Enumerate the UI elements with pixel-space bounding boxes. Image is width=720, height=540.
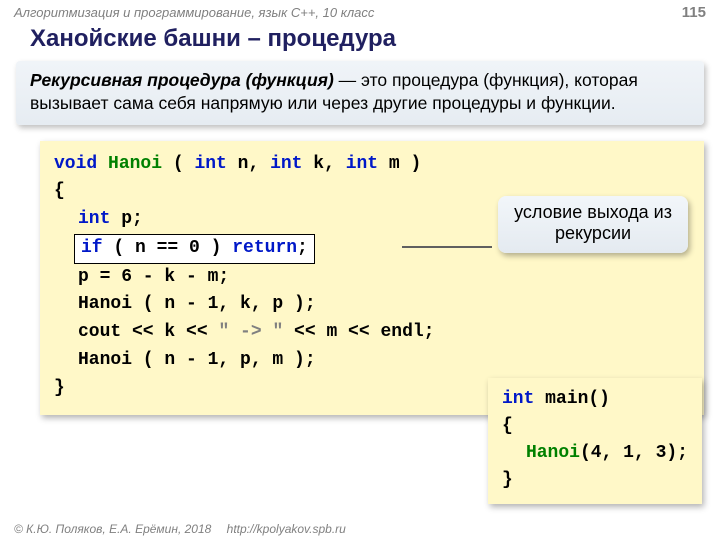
copyright: © К.Ю. Поляков, Е.А. Ерёмин, 2018 <box>14 522 211 536</box>
footer: © К.Ю. Поляков, Е.А. Ерёмин, 2018 http:/… <box>14 522 346 536</box>
code-line: int main() <box>502 386 688 413</box>
page-title: Ханойские башни – процедура <box>0 23 720 61</box>
code-line: Hanoi(4, 1, 3); <box>502 440 688 467</box>
callout-line1: условие выхода из <box>514 202 672 224</box>
callout-connector <box>402 246 492 248</box>
callout-line2: рекурсии <box>514 223 672 245</box>
code-line: p = 6 - k - m; <box>54 264 690 292</box>
code-line: cout << k << " -> " << m << endl; <box>54 319 690 347</box>
code-line: { <box>502 413 688 440</box>
definition-box: Рекурсивная процедура (функция) — это пр… <box>16 61 704 125</box>
code-line: Hanoi ( n - 1, p, m ); <box>54 347 690 375</box>
page-number: 115 <box>682 4 706 21</box>
footer-link[interactable]: http://kpolyakov.spb.ru <box>227 522 346 536</box>
code-block-hanoi: void Hanoi ( int n, int k, int m ) { int… <box>40 141 704 416</box>
definition-term: Рекурсивная процедура (функция) <box>30 70 334 90</box>
code-line: void Hanoi ( int n, int k, int m ) <box>54 151 690 179</box>
callout-exit-condition: условие выхода из рекурсии <box>498 196 688 253</box>
course-label: Алгоритмизация и программирование, язык … <box>14 5 374 20</box>
header: Алгоритмизация и программирование, язык … <box>0 0 720 23</box>
code-line: } <box>502 467 688 494</box>
code-block-main: int main() { Hanoi(4, 1, 3); } <box>488 378 702 504</box>
code-line: Hanoi ( n - 1, k, p ); <box>54 291 690 319</box>
